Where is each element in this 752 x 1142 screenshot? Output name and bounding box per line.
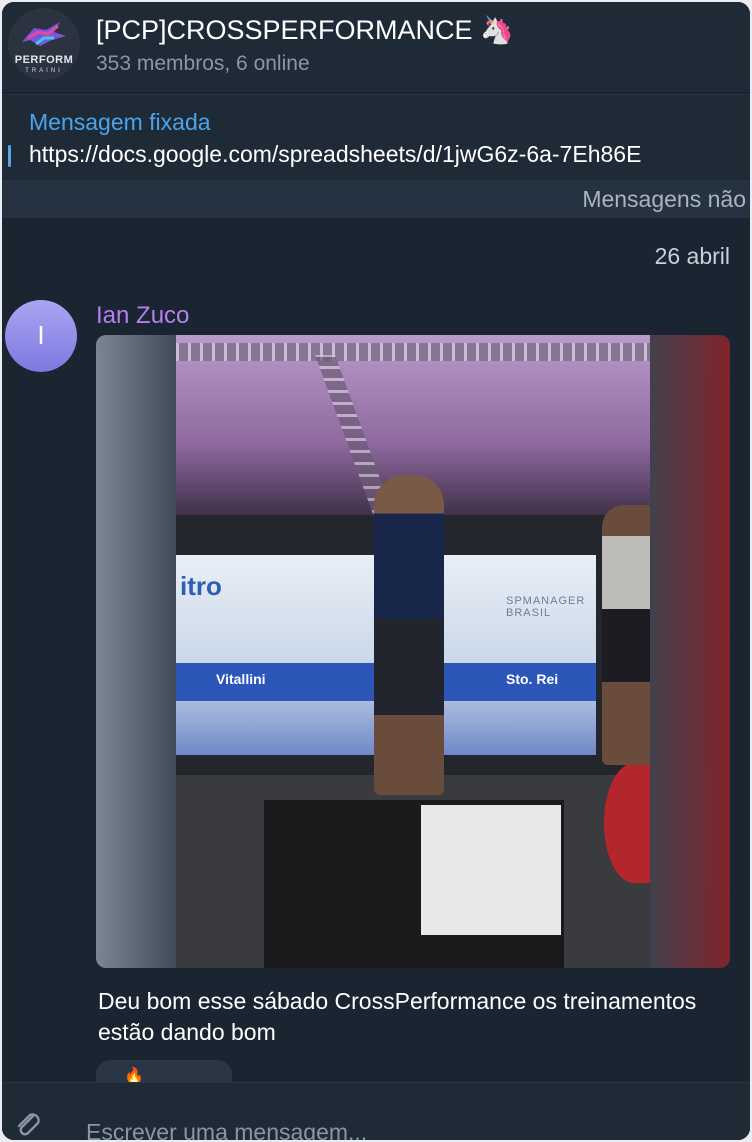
sender-name[interactable]: Ian Zuco — [96, 302, 189, 330]
group-avatar-subtext: TRAINI — [25, 68, 63, 74]
message-reaction[interactable]: 🔥 — [96, 1060, 232, 1085]
chat-header[interactable]: PERFORM TRAINI [PCP]CROSSPERFORMANCE 🦄 3… — [2, 2, 750, 92]
photo-podium-cloth — [421, 805, 561, 935]
group-member-count: 353 membros, 6 online — [96, 52, 310, 75]
message-photo[interactable]: itro SPMANAGER BRASIL Vitallini Sto. Rei — [96, 335, 730, 968]
group-avatar-text: PERFORM — [14, 54, 74, 66]
sender-avatar-initial: I — [37, 320, 45, 350]
sponsor-vitallini: Vitallini — [216, 671, 266, 687]
photo-scene: itro SPMANAGER BRASIL Vitallini Sto. Rei — [176, 335, 650, 968]
sponsor-sto-rei: Sto. Rei — [506, 671, 559, 687]
unread-messages-bar: Mensagens não — [2, 180, 750, 218]
photo-truss — [176, 343, 650, 361]
pinned-text[interactable]: https://docs.google.com/spreadsheets/d/1… — [29, 141, 641, 168]
paperclip-icon[interactable] — [14, 1109, 44, 1139]
sender-avatar[interactable]: I — [5, 300, 77, 372]
group-avatar[interactable]: PERFORM TRAINI — [8, 8, 80, 80]
banner-brand-text: itro — [180, 571, 222, 601]
group-title[interactable]: [PCP]CROSSPERFORMANCE 🦄 — [96, 14, 514, 46]
message-input[interactable] — [86, 1119, 686, 1140]
pinned-title: Mensagem fixada — [29, 109, 211, 135]
pinned-message-bar[interactable]: Mensagem fixada https://docs.google.com/… — [2, 94, 750, 181]
message-caption: Deu bom esse sábado CrossPerformance os … — [98, 988, 697, 1045]
date-separator: 26 abril — [654, 243, 730, 269]
photo-athlete-right — [602, 505, 650, 765]
pinned-indicator — [8, 145, 11, 167]
photo-athlete-center — [374, 475, 444, 795]
message-composer — [2, 1082, 750, 1140]
unread-label: Mensagens não — [582, 186, 746, 212]
banner-spmanager-text: SPMANAGER BRASIL — [506, 595, 586, 619]
chat-window: PERFORM TRAINI [PCP]CROSSPERFORMANCE 🦄 3… — [2, 2, 750, 1140]
